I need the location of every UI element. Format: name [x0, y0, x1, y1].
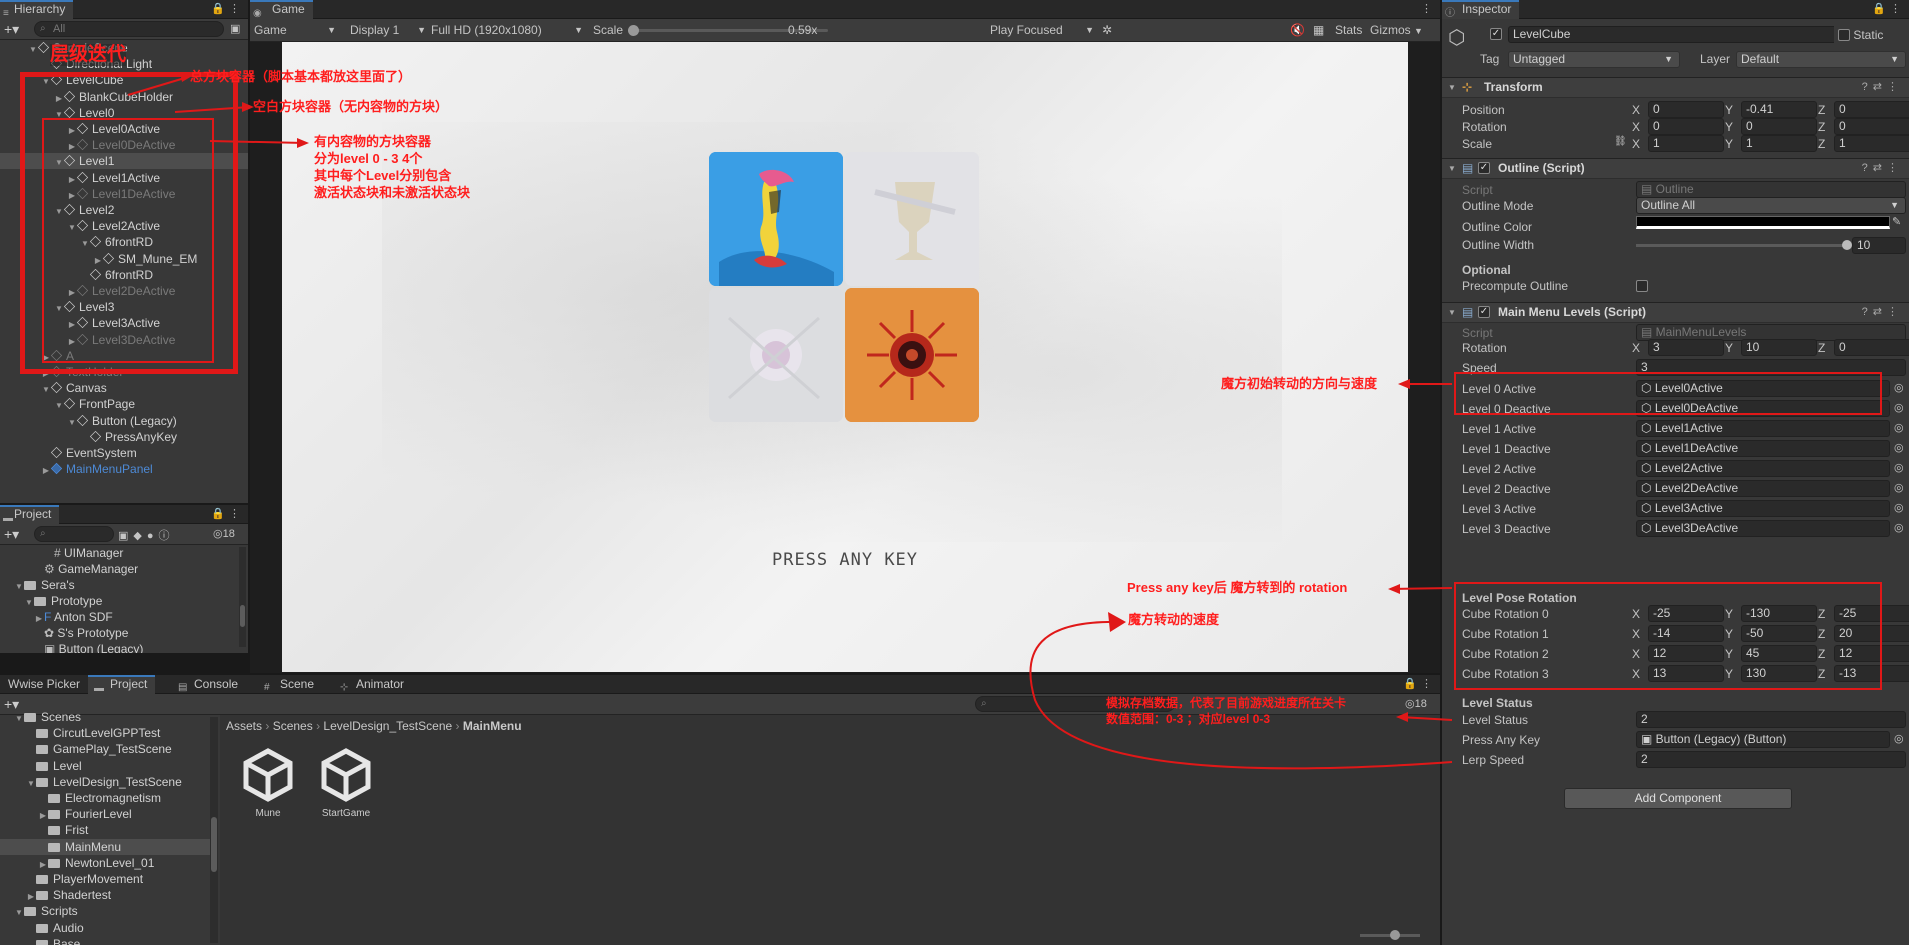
annotation-arrows	[127, 72, 1453, 770]
